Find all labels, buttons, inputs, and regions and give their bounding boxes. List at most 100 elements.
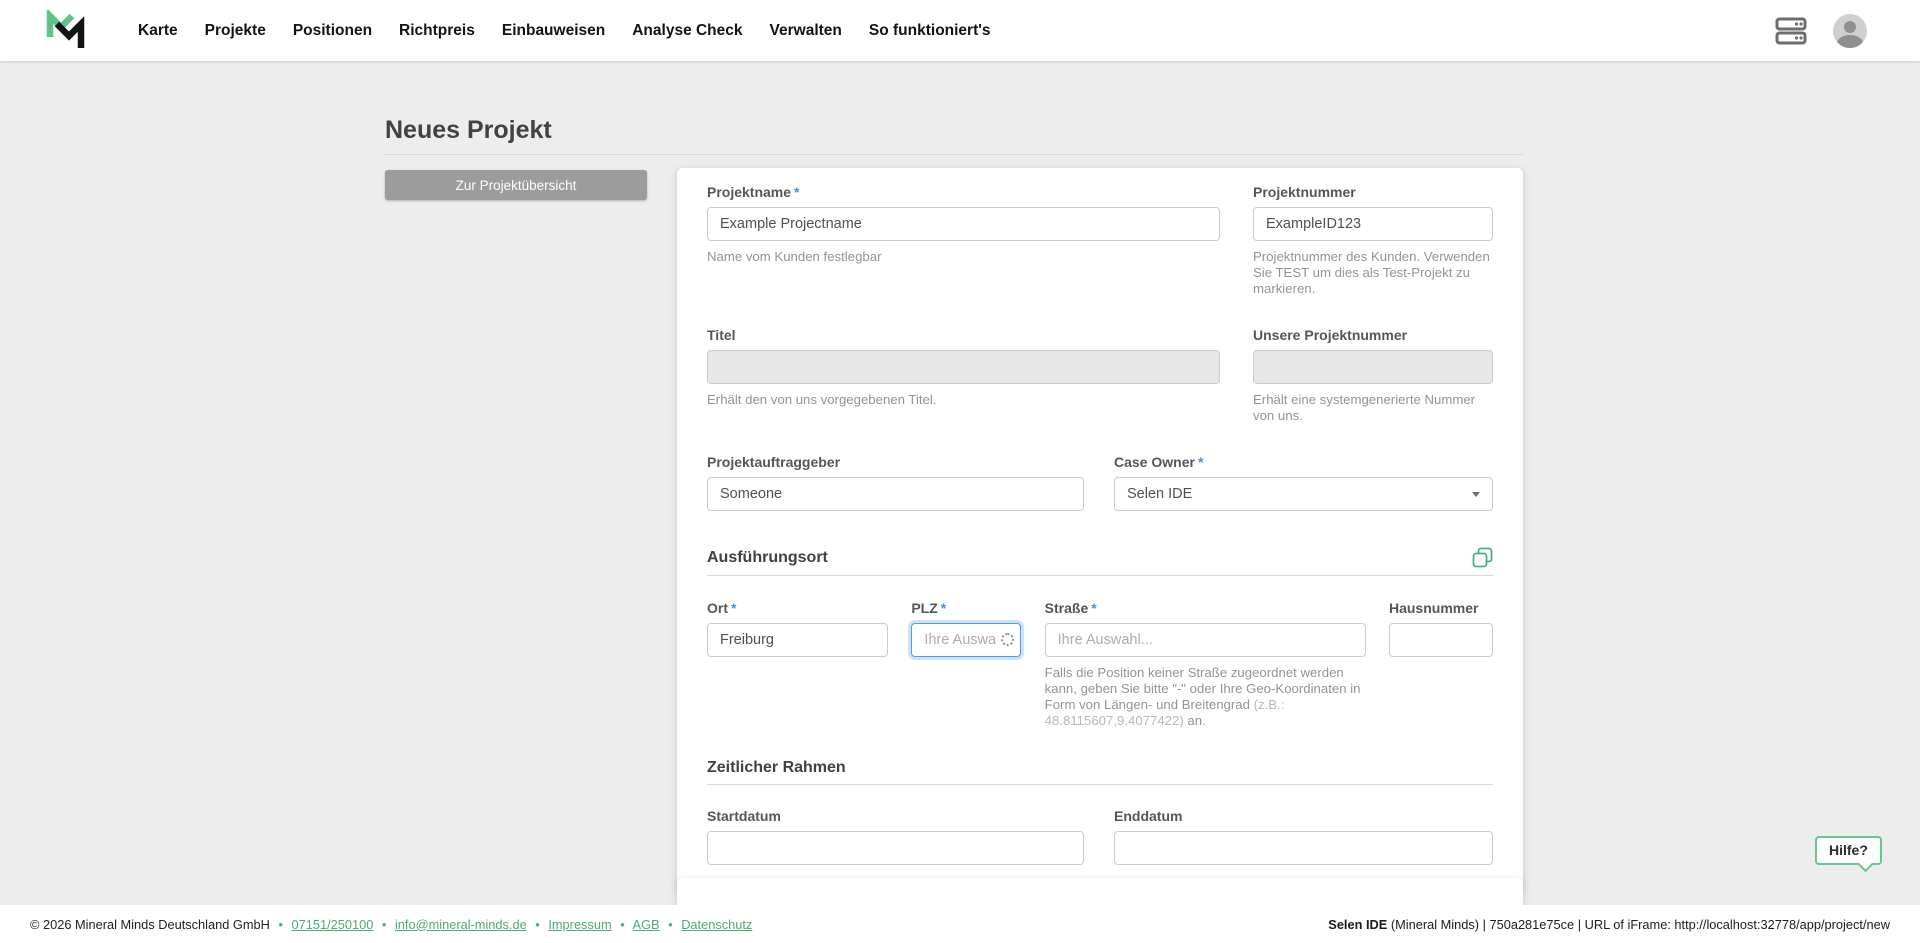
row-datum: Startdatum Enddatum [707, 808, 1493, 865]
main-nav: Karte Projekte Positionen Richtpreis Ein… [138, 22, 1018, 40]
case-owner-label: Case Owner* [1114, 454, 1493, 471]
avatar-head [1844, 21, 1856, 33]
ort-input[interactable] [707, 623, 888, 657]
next-form-card-partial [677, 878, 1523, 905]
user-avatar-icon[interactable] [1833, 14, 1867, 48]
field-projektnummer: Projektnummer Projektnummer des Kunden. … [1253, 184, 1493, 297]
footer-left: © 2026 Mineral Minds Deutschland GmbH • … [30, 917, 752, 932]
nav-item-richtpreis[interactable]: Richtpreis [399, 22, 475, 40]
projektnummer-helper: Projektnummer des Kunden. Verwenden Sie … [1253, 249, 1493, 297]
chevron-down-icon [1472, 492, 1480, 497]
footer-session-info: Selen IDE (Mineral Minds) | 750a281e75ce… [1328, 917, 1890, 932]
project-overview-button[interactable]: Zur Projektübersicht [385, 170, 647, 200]
field-ort: Ort* [707, 600, 888, 729]
navbar-right [1775, 14, 1867, 48]
nav-item-karte[interactable]: Karte [138, 22, 178, 40]
field-projektauftraggeber: Projektauftraggeber [707, 454, 1084, 511]
field-strasse: Straße* Falls die Position keiner Straße… [1045, 600, 1366, 729]
required-asterisk: * [731, 600, 736, 616]
nav-item-verwalten[interactable]: Verwalten [770, 22, 842, 40]
field-unsere-projektnummer: Unsere Projektnummer Erhält eine systemg… [1253, 327, 1493, 424]
page-header: Neues Projekt [385, 116, 1523, 155]
field-plz: PLZ* [911, 600, 1021, 729]
startdatum-label: Startdatum [707, 808, 1084, 825]
field-titel: Titel Erhält den von uns vorgegebenen Ti… [707, 327, 1220, 424]
case-owner-select[interactable]: Selen IDE [1114, 477, 1493, 511]
projektnummer-label: Projektnummer [1253, 184, 1493, 201]
projektname-label: Projektname* [707, 184, 1220, 201]
field-projektname: Projektname* Name vom Kunden festlegbar [707, 184, 1220, 297]
titel-input [707, 350, 1220, 384]
unsere-projektnummer-helper: Erhält eine systemgenerierte Nummer von … [1253, 392, 1493, 424]
help-bubble-tail [1858, 857, 1874, 873]
nav-item-so-funktionierts[interactable]: So funktioniert's [869, 22, 991, 40]
page-footer: © 2026 Mineral Minds Deutschland GmbH • … [0, 905, 1920, 943]
projektname-input[interactable] [707, 207, 1220, 241]
case-owner-value: Selen IDE [1127, 486, 1192, 502]
footer-email-link[interactable]: info@mineral-minds.de [395, 917, 527, 932]
projektname-helper: Name vom Kunden festlegbar [707, 249, 1220, 265]
nav-item-projekte[interactable]: Projekte [205, 22, 266, 40]
footer-agb-link[interactable]: AGB [633, 917, 660, 932]
enddatum-label: Enddatum [1114, 808, 1493, 825]
row-auftraggeber-caseowner: Projektauftraggeber Case Owner* Selen ID… [707, 454, 1493, 511]
hausnummer-label: Hausnummer [1389, 600, 1493, 617]
required-asterisk: * [794, 184, 799, 200]
projektauftraggeber-label: Projektauftraggeber [707, 454, 1084, 471]
strasse-label: Straße* [1045, 600, 1366, 617]
strasse-input[interactable] [1045, 623, 1366, 657]
footer-separator: • [668, 917, 672, 932]
field-hausnummer: Hausnummer [1389, 600, 1493, 729]
help-button[interactable]: Hilfe? [1815, 836, 1882, 865]
nav-item-einbauweisen[interactable]: Einbauweisen [502, 22, 605, 40]
mineral-minds-logo[interactable] [44, 10, 90, 52]
field-enddatum: Enddatum [1114, 808, 1493, 865]
footer-impressum-link[interactable]: Impressum [548, 917, 611, 932]
footer-datenschutz-link[interactable]: Datenschutz [681, 917, 752, 932]
row-adresse: Ort* PLZ* Straße* Falls die Position kei… [707, 600, 1493, 729]
strasse-helper: Falls die Position keiner Straße zugeord… [1045, 665, 1366, 729]
plz-input-wrapper [911, 623, 1021, 657]
ausfuehrungsort-heading: Ausführungsort [707, 549, 828, 567]
footer-phone-link[interactable]: 07151/250100 [292, 917, 374, 932]
projektnummer-input[interactable] [1253, 207, 1493, 241]
unsere-projektnummer-label: Unsere Projektnummer [1253, 327, 1493, 344]
footer-session-details: (Mineral Minds) | 750a281e75ce | URL of … [1387, 917, 1890, 932]
page-content: Neues Projekt Zur Projektübersicht Proje… [0, 61, 1920, 905]
projektauftraggeber-input[interactable] [707, 477, 1084, 511]
footer-copyright: © 2026 Mineral Minds Deutschland GmbH [30, 917, 270, 932]
new-project-form-card: Projektname* Name vom Kunden festlegbar … [677, 168, 1523, 889]
unsere-projektnummer-input [1253, 350, 1493, 384]
ort-label: Ort* [707, 600, 888, 617]
required-asterisk: * [1198, 454, 1203, 470]
server-stack-icon[interactable] [1775, 16, 1807, 46]
copy-icon [1472, 547, 1493, 568]
hausnummer-input[interactable] [1389, 623, 1493, 657]
nav-item-analyse-check[interactable]: Analyse Check [632, 22, 742, 40]
section-zeitlicher-rahmen: Zeitlicher Rahmen [707, 759, 1493, 785]
footer-separator: • [620, 917, 624, 932]
required-asterisk: * [941, 600, 946, 616]
titel-helper: Erhält den von uns vorgegebenen Titel. [707, 392, 1220, 408]
startdatum-input[interactable] [707, 831, 1084, 865]
footer-session-user: Selen IDE [1328, 917, 1387, 932]
plz-label: PLZ* [911, 600, 1021, 617]
zeitlicher-rahmen-heading: Zeitlicher Rahmen [707, 759, 846, 777]
nav-item-positionen[interactable]: Positionen [293, 22, 372, 40]
enddatum-input[interactable] [1114, 831, 1493, 865]
footer-separator: • [382, 917, 386, 932]
required-asterisk: * [1091, 600, 1096, 616]
copy-location-button[interactable] [1472, 547, 1493, 568]
top-navbar: Karte Projekte Positionen Richtpreis Ein… [0, 0, 1920, 61]
row-titel-unsere-projektnummer: Titel Erhält den von uns vorgegebenen Ti… [707, 327, 1493, 424]
help-button-label: Hilfe? [1829, 842, 1868, 858]
logo-m-icon [44, 10, 90, 52]
titel-label: Titel [707, 327, 1220, 344]
footer-separator: • [278, 917, 282, 932]
page-title: Neues Projekt [385, 116, 1523, 145]
field-startdatum: Startdatum [707, 808, 1084, 865]
footer-separator: • [535, 917, 539, 932]
section-ausfuehrungsort: Ausführungsort [707, 547, 1493, 576]
avatar-body [1837, 35, 1863, 48]
field-case-owner: Case Owner* Selen IDE [1114, 454, 1493, 511]
